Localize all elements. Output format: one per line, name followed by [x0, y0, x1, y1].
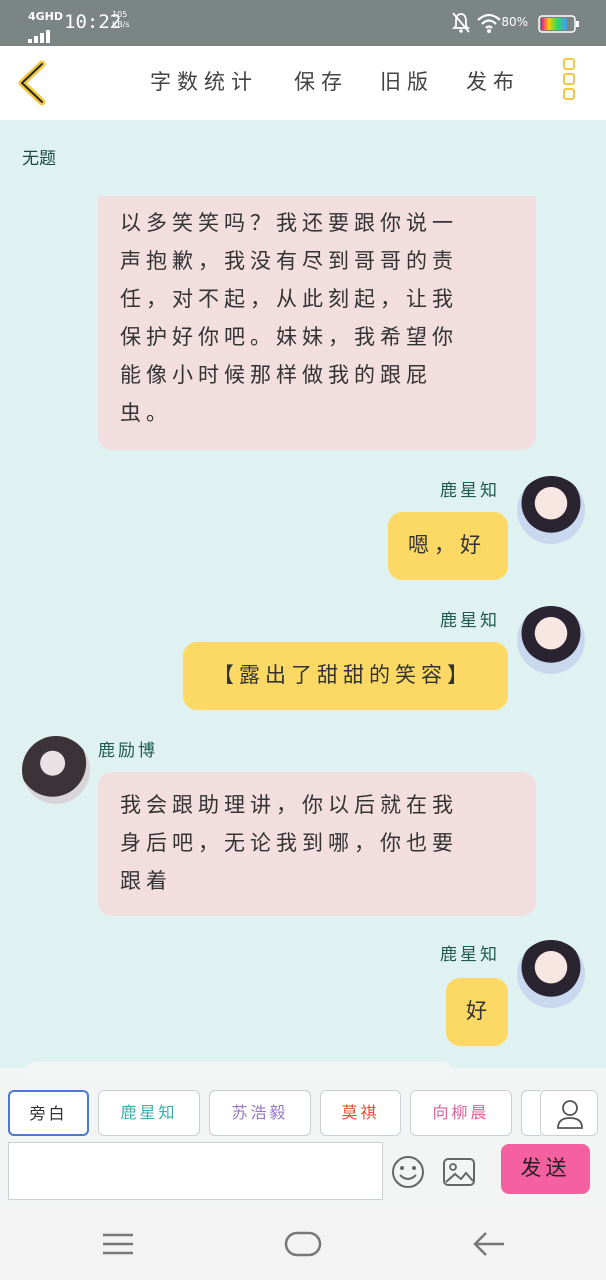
role-chip[interactable]: 莫祺 [320, 1090, 401, 1136]
chat-area[interactable]: 以多笑笑吗？我还要跟你说一 声抱歉，我没有尽到哥哥的责 任，对不起，从此刻起，让… [0, 196, 606, 1066]
message-line: 保护好你吧。妹妹，我希望你 [120, 325, 458, 349]
status-bar: 4GHD 10:22 105 KB/s 80% [0, 0, 606, 46]
message-line: 能像小时候那样做我的跟屁 [120, 363, 432, 387]
back-arrow-icon[interactable] [472, 1230, 506, 1258]
signal-icon [28, 24, 52, 43]
message-bubble[interactable]: 嗯，好 [388, 512, 508, 580]
mute-bell-icon [452, 12, 470, 33]
role-chip[interactable]: 向柳晨 [410, 1090, 512, 1136]
system-navigation-bar [0, 1208, 606, 1280]
network-type: 4GHD [28, 10, 64, 23]
publish-button[interactable]: 发布 [466, 66, 520, 96]
send-button[interactable]: 发送 [501, 1144, 590, 1194]
chip-label: 向柳晨 [432, 1103, 490, 1122]
user-icon [557, 1100, 583, 1129]
chip-label: 苏浩毅 [231, 1103, 289, 1122]
sender-name: 鹿励博 [98, 741, 158, 761]
message-input[interactable] [8, 1142, 383, 1200]
avatar[interactable] [517, 940, 585, 1008]
wifi-icon [477, 13, 501, 33]
save-button[interactable]: 保存 [294, 66, 348, 96]
word-count-button[interactable]: 字数统计 [150, 66, 258, 96]
emoji-icon[interactable] [391, 1155, 425, 1189]
role-chip[interactable]: 鹿星知 [98, 1090, 200, 1136]
message-line: 以多笑笑吗？我还要跟你说一 [120, 211, 458, 235]
avatar[interactable] [22, 736, 90, 804]
message-line: 任，对不起，从此刻起，让我 [120, 287, 458, 311]
message-line: 我会跟助理讲，你以后就在我 [120, 793, 458, 817]
more-menu-icon[interactable] [563, 58, 585, 110]
message-line: 声抱歉，我没有尽到哥哥的责 [120, 249, 458, 273]
role-chip[interactable]: 苏浩毅 [209, 1090, 311, 1136]
partial-message-bubble [26, 1062, 452, 1076]
message-bubble[interactable]: 好 [446, 978, 508, 1046]
menu-icon[interactable] [102, 1232, 134, 1256]
message-bubble[interactable]: 我会跟助理讲，你以后就在我 身后吧，无论我到哪，你也要 跟着 [98, 772, 536, 916]
sender-name: 鹿星知 [440, 481, 500, 501]
battery-percentage: 80% [501, 15, 528, 29]
chip-label: 鹿星知 [120, 1103, 178, 1122]
document-title: 无题 [22, 149, 56, 169]
message-line: 身后吧，无论我到哪，你也要 [120, 831, 458, 855]
message-bubble[interactable]: 以多笑笑吗？我还要跟你说一 声抱歉，我没有尽到哥哥的责 任，对不起，从此刻起，让… [98, 196, 536, 450]
role-chip-narrator[interactable]: 旁白 [8, 1090, 89, 1136]
old-version-button[interactable]: 旧版 [380, 66, 434, 96]
home-icon[interactable] [284, 1230, 322, 1258]
sender-name: 鹿星知 [440, 611, 500, 631]
editor-toolbar: 字数统计 保存 旧版 发布 [0, 46, 606, 120]
avatar[interactable] [517, 476, 585, 544]
battery-icon [538, 15, 579, 33]
sender-name: 鹿星知 [440, 945, 500, 965]
chip-label: 旁白 [29, 1104, 68, 1123]
message-line: 虫。 [120, 401, 172, 425]
message-line: 跟着 [120, 869, 172, 893]
network-speed: 105 KB/s [112, 10, 130, 29]
message-bubble[interactable]: 【露出了甜甜的笑容】 [183, 642, 508, 710]
role-chip-partial[interactable] [521, 1090, 541, 1136]
role-manager-button[interactable] [540, 1090, 598, 1136]
back-chevron-icon[interactable] [14, 60, 54, 106]
avatar[interactable] [517, 606, 585, 674]
image-icon[interactable] [442, 1157, 476, 1187]
chip-label: 莫祺 [341, 1103, 380, 1122]
